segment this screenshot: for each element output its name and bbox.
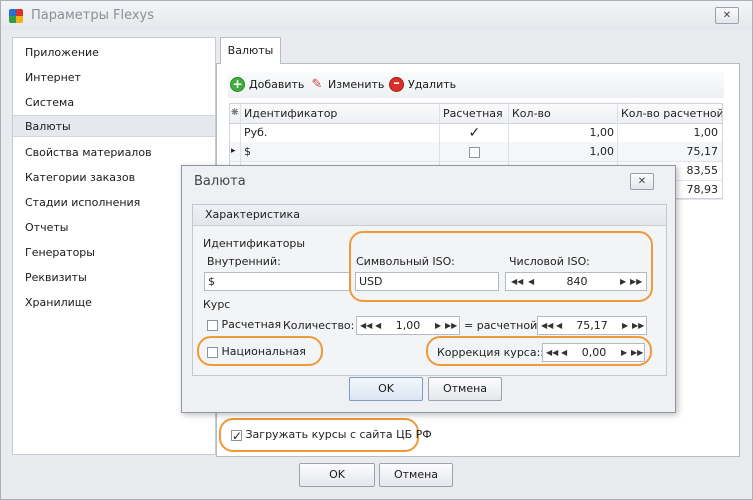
- national-label: Национальная: [221, 345, 306, 358]
- correction-label: Коррекция курса::: [437, 346, 545, 359]
- quantity-spinner[interactable]: ◀◀ ◀ 1,00 ▶ ▶▶: [356, 316, 460, 335]
- grid-header-row: ❋ Идентификатор Расчетная Кол-во Кол-во …: [230, 104, 722, 124]
- characteristics-group: Характеристика Идентификаторы Внутренний…: [192, 204, 667, 376]
- calc-checkbox[interactable]: Расчетная: [207, 318, 281, 331]
- table-row[interactable]: Руб. ✓ 1,00 1,00: [230, 123, 722, 143]
- dialog-ok-button[interactable]: OK: [349, 377, 423, 401]
- delete-button-label: Удалить: [408, 78, 457, 91]
- sidebar-item-application[interactable]: Приложение: [13, 42, 215, 64]
- spin-first-icon[interactable]: ◀◀: [546, 344, 558, 361]
- spin-next-icon[interactable]: ▶: [622, 317, 628, 334]
- col-header-quantity-calc[interactable]: Кол-во расчетной: [617, 104, 722, 123]
- group-title: Характеристика: [193, 205, 666, 226]
- title-bar: Параметры Flexys ✕: [1, 1, 752, 31]
- load-rates-label: Загружать курсы с сайта ЦБ РФ: [245, 428, 432, 441]
- cell-identifier: $: [244, 145, 251, 158]
- close-window-button[interactable]: ✕: [715, 7, 739, 24]
- checked-checkbox-icon[interactable]: ✓: [231, 429, 242, 442]
- internal-id-input[interactable]: $: [204, 272, 350, 291]
- checked-checkbox-icon[interactable]: ✓: [469, 126, 481, 140]
- spin-prev-icon[interactable]: ◀: [561, 344, 567, 361]
- identifiers-label: Идентификаторы: [203, 237, 306, 250]
- rate-label: Курс: [203, 298, 231, 311]
- calc-value-spinner[interactable]: ◀◀ ◀ 75,17 ▶ ▶▶: [537, 316, 647, 335]
- highlight-iso: [349, 231, 653, 302]
- cancel-button[interactable]: Отмена: [379, 463, 453, 487]
- sidebar-item-material-properties[interactable]: Свойства материалов: [13, 142, 215, 164]
- sidebar-item-system[interactable]: Система: [13, 92, 215, 114]
- correction-value: 0,00: [581, 346, 607, 359]
- sidebar-item-currencies[interactable]: Валюты: [13, 115, 215, 137]
- unchecked-checkbox-icon[interactable]: [468, 146, 480, 158]
- window-title: Параметры Flexys: [31, 8, 155, 23]
- ok-button[interactable]: OK: [299, 463, 375, 487]
- dialog-cancel-button[interactable]: Отмена: [428, 377, 502, 401]
- spin-next-icon[interactable]: ▶: [435, 317, 441, 334]
- edit-button[interactable]: ✎ Изменить: [310, 76, 385, 94]
- cell-quantity-calc: 75,17: [686, 145, 719, 158]
- col-header-quantity[interactable]: Кол-во: [508, 104, 618, 123]
- add-button[interactable]: + Добавить: [230, 76, 304, 94]
- close-dialog-button[interactable]: ✕: [630, 173, 654, 190]
- unchecked-checkbox-icon[interactable]: [207, 319, 218, 331]
- cell-quantity-calc: 1,00: [693, 126, 719, 139]
- grid-toolbar: + Добавить ✎ Изменить – Удалить: [228, 72, 724, 98]
- col-header-calc[interactable]: Расчетная: [439, 104, 509, 123]
- add-button-label: Добавить: [249, 78, 305, 91]
- spin-first-icon[interactable]: ◀◀: [541, 317, 553, 334]
- spin-next-icon[interactable]: ▶: [621, 344, 627, 361]
- load-rates-checkbox[interactable]: ✓ Загружать курсы с сайта ЦБ РФ: [231, 428, 432, 442]
- spin-first-icon[interactable]: ◀◀: [360, 317, 372, 334]
- cell-calc[interactable]: [439, 142, 509, 161]
- equals-calc-label: = расчетной:: [464, 319, 541, 332]
- app-logo-icon: [9, 9, 23, 23]
- quantity-value: 1,00: [395, 319, 421, 332]
- edit-button-label: Изменить: [328, 78, 385, 91]
- table-row[interactable]: ▸ $ 1,00 75,17: [230, 142, 722, 162]
- delete-button[interactable]: – Удалить: [389, 76, 456, 94]
- spin-last-icon[interactable]: ▶▶: [445, 317, 457, 334]
- quantity-label: Количество:: [283, 319, 355, 332]
- currency-dialog: Валюта ✕ Характеристика Идентификаторы В…: [181, 165, 676, 413]
- internal-label: Внутренний:: [207, 255, 281, 268]
- cell-identifier: Руб.: [244, 126, 268, 139]
- correction-spinner[interactable]: ◀◀ ◀ 0,00 ▶ ▶▶: [542, 343, 645, 362]
- pencil-icon: ✎: [311, 77, 323, 92]
- calc-value: 75,17: [576, 319, 608, 332]
- calc-checkbox-label: Расчетная: [221, 318, 282, 331]
- spin-prev-icon[interactable]: ◀: [375, 317, 381, 334]
- plus-icon: +: [230, 76, 245, 92]
- unchecked-checkbox-icon[interactable]: [207, 346, 218, 358]
- cell-quantity: 1,00: [589, 126, 615, 139]
- col-header-identifier[interactable]: Идентификатор: [240, 104, 440, 123]
- cell-calc[interactable]: ✓: [439, 123, 509, 142]
- cell-quantity: 1,00: [589, 145, 615, 158]
- sidebar-item-internet[interactable]: Интернет: [13, 67, 215, 89]
- spin-prev-icon[interactable]: ◀: [556, 317, 562, 334]
- dialog-title: Валюта: [194, 174, 246, 189]
- spin-last-icon[interactable]: ▶▶: [631, 344, 643, 361]
- spin-last-icon[interactable]: ▶▶: [632, 317, 644, 334]
- minus-icon: –: [389, 76, 404, 92]
- tab-currencies[interactable]: Валюты: [220, 37, 281, 64]
- national-checkbox[interactable]: Национальная: [207, 345, 306, 358]
